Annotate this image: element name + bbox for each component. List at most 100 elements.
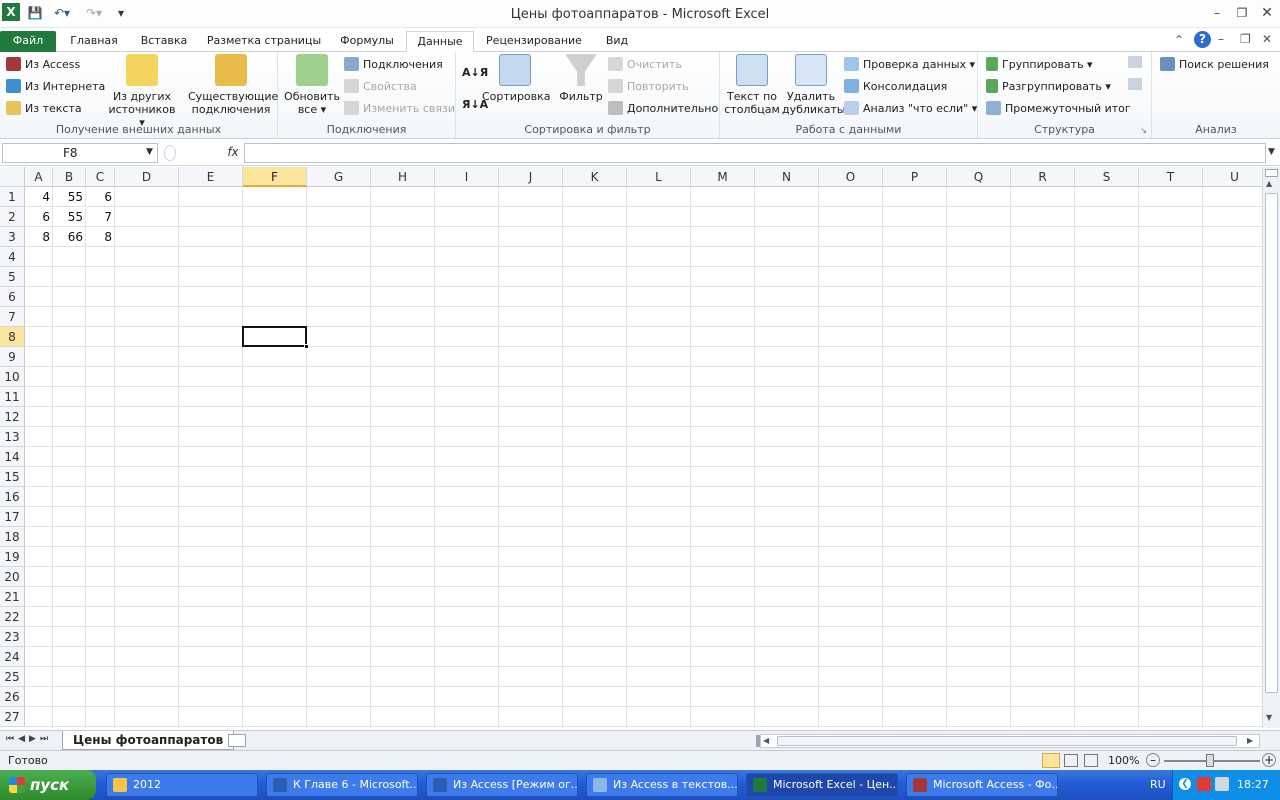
what-if-button[interactable]: Анализ "что если" ▾: [844, 98, 977, 118]
row-header-27[interactable]: 27: [0, 707, 25, 727]
column-header-b[interactable]: B: [53, 167, 86, 187]
ribbon-minimize-icon[interactable]: ⌃: [1174, 33, 1184, 47]
filter-button[interactable]: Фильтр: [556, 54, 606, 103]
cell-b3[interactable]: 66: [53, 227, 86, 247]
doc-restore-icon[interactable]: ❐: [1240, 32, 1251, 46]
row-header-14[interactable]: 14: [0, 447, 25, 467]
antivirus-icon[interactable]: [1197, 777, 1211, 791]
taskbar-item-access[interactable]: Microsoft Access - Фо...: [906, 773, 1058, 797]
sheet-tab[interactable]: Цены фотоаппаратов: [62, 731, 235, 750]
hide-detail-icon[interactable]: [1128, 78, 1142, 90]
group-button[interactable]: Группировать ▾: [986, 54, 1093, 74]
row-header-4[interactable]: 4: [0, 247, 25, 267]
scroll-up-icon[interactable]: ▲: [1266, 179, 1272, 188]
row-header-20[interactable]: 20: [0, 567, 25, 587]
column-header-q[interactable]: Q: [947, 167, 1011, 187]
cell-c2[interactable]: 7: [86, 207, 115, 227]
cell-c1[interactable]: 6: [86, 187, 115, 207]
zoom-out-icon[interactable]: –: [1146, 753, 1160, 767]
column-header-l[interactable]: L: [627, 167, 691, 187]
formula-input[interactable]: [244, 143, 1266, 163]
column-header-j[interactable]: J: [499, 167, 563, 187]
tab-file[interactable]: Файл: [0, 31, 56, 52]
taskbar-item-word-1[interactable]: К Главе 6 - Microsoft...: [266, 773, 418, 797]
column-header-t[interactable]: T: [1139, 167, 1203, 187]
scroll-down-icon[interactable]: ▼: [1266, 713, 1272, 722]
insert-sheet-icon[interactable]: [228, 734, 246, 747]
row-header-12[interactable]: 12: [0, 407, 25, 427]
insert-function-button[interactable]: fx: [224, 143, 242, 163]
row-header-25[interactable]: 25: [0, 667, 25, 687]
fill-handle[interactable]: [304, 344, 309, 349]
scroll-thumb[interactable]: [1265, 193, 1278, 693]
column-header-f[interactable]: F: [243, 167, 307, 187]
language-indicator[interactable]: RU: [1150, 778, 1166, 791]
column-header-a[interactable]: A: [25, 167, 53, 187]
edit-links-button[interactable]: Изменить связи: [344, 98, 455, 118]
row-header-13[interactable]: 13: [0, 427, 25, 447]
solver-button[interactable]: Поиск решения: [1160, 54, 1269, 74]
expand-formula-icon[interactable]: ▼: [1268, 147, 1275, 157]
column-header-r[interactable]: R: [1011, 167, 1075, 187]
column-header-n[interactable]: N: [755, 167, 819, 187]
row-header-26[interactable]: 26: [0, 687, 25, 707]
row-header-15[interactable]: 15: [0, 467, 25, 487]
column-header-e[interactable]: E: [179, 167, 243, 187]
row-header-3[interactable]: 3: [0, 227, 25, 247]
row-header-17[interactable]: 17: [0, 507, 25, 527]
show-detail-icon[interactable]: [1128, 56, 1142, 68]
cell-c3[interactable]: 8: [86, 227, 115, 247]
zoom-in-icon[interactable]: +: [1262, 753, 1276, 767]
row-header-1[interactable]: 1: [0, 187, 25, 207]
page-layout-view-icon[interactable]: [1064, 754, 1078, 767]
dialog-launcher-icon[interactable]: ↘: [1140, 126, 1147, 135]
row-header-10[interactable]: 10: [0, 367, 25, 387]
name-box[interactable]: F8: [2, 143, 158, 163]
row-header-24[interactable]: 24: [0, 647, 25, 667]
column-header-m[interactable]: M: [691, 167, 755, 187]
column-header-c[interactable]: C: [86, 167, 115, 187]
worksheet-grid[interactable]: ABCDEFGHIJKLMNOPQRSTU 1 2 3 4 5 6 7 8 9 10 11 12 13 1…: [0, 167, 1262, 728]
cell-a3[interactable]: 8: [25, 227, 53, 247]
doc-close-icon[interactable]: ✕: [1262, 32, 1272, 46]
row-header-22[interactable]: 22: [0, 607, 25, 627]
sheet-nav-icon[interactable]: ⏮◀▶⏭: [6, 734, 52, 744]
clear-filter-button[interactable]: Очистить: [608, 54, 682, 74]
scroll-right-icon[interactable]: ▶: [1247, 736, 1253, 745]
data-validation-button[interactable]: Проверка данных ▾: [844, 54, 975, 74]
from-web-button[interactable]: Из Интернета: [6, 76, 105, 96]
cell-a2[interactable]: 6: [25, 207, 53, 227]
properties-button[interactable]: Свойства: [344, 76, 417, 96]
taskbar-item-doc[interactable]: Из Access в текстов...: [586, 773, 738, 797]
cell-b2[interactable]: 55: [53, 207, 86, 227]
row-header-16[interactable]: 16: [0, 487, 25, 507]
taskbar-item-excel[interactable]: Microsoft Excel - Цен...: [746, 773, 898, 797]
active-cell-selection[interactable]: [242, 326, 307, 347]
existing-connections-button[interactable]: Существующие подключения: [188, 54, 278, 116]
column-header-g[interactable]: G: [307, 167, 371, 187]
horizontal-scrollbar[interactable]: ◀ ▶: [760, 734, 1260, 748]
taskbar-item-folder[interactable]: 2012: [106, 773, 258, 797]
row-header-18[interactable]: 18: [0, 527, 25, 547]
row-header-23[interactable]: 23: [0, 627, 25, 647]
column-header-k[interactable]: K: [563, 167, 627, 187]
tab-insert[interactable]: Вставка: [132, 31, 196, 52]
minimize-icon[interactable]: –: [1206, 4, 1228, 22]
refresh-all-button[interactable]: Обновить все ▾: [282, 54, 342, 116]
row-header-8[interactable]: 8: [0, 327, 25, 347]
remove-duplicates-button[interactable]: Удалить дубликаты: [782, 54, 846, 116]
page-break-view-icon[interactable]: [1084, 754, 1098, 767]
help-icon[interactable]: ?: [1194, 31, 1211, 48]
tab-view[interactable]: Вид: [596, 31, 638, 52]
tab-page-layout[interactable]: Разметка страницы: [202, 31, 326, 52]
from-access-button[interactable]: Из Access: [6, 54, 80, 74]
row-header-6[interactable]: 6: [0, 287, 25, 307]
from-text-button[interactable]: Из текста: [6, 98, 82, 118]
scroll-left-icon[interactable]: ◀: [763, 736, 769, 745]
consolidate-button[interactable]: Консолидация: [844, 76, 947, 96]
column-header-p[interactable]: P: [883, 167, 947, 187]
normal-view-icon[interactable]: [1042, 753, 1060, 768]
doc-minimize-icon[interactable]: –: [1218, 32, 1224, 46]
row-header-2[interactable]: 2: [0, 207, 25, 227]
tray-expand-icon[interactable]: ❮: [1179, 778, 1191, 790]
